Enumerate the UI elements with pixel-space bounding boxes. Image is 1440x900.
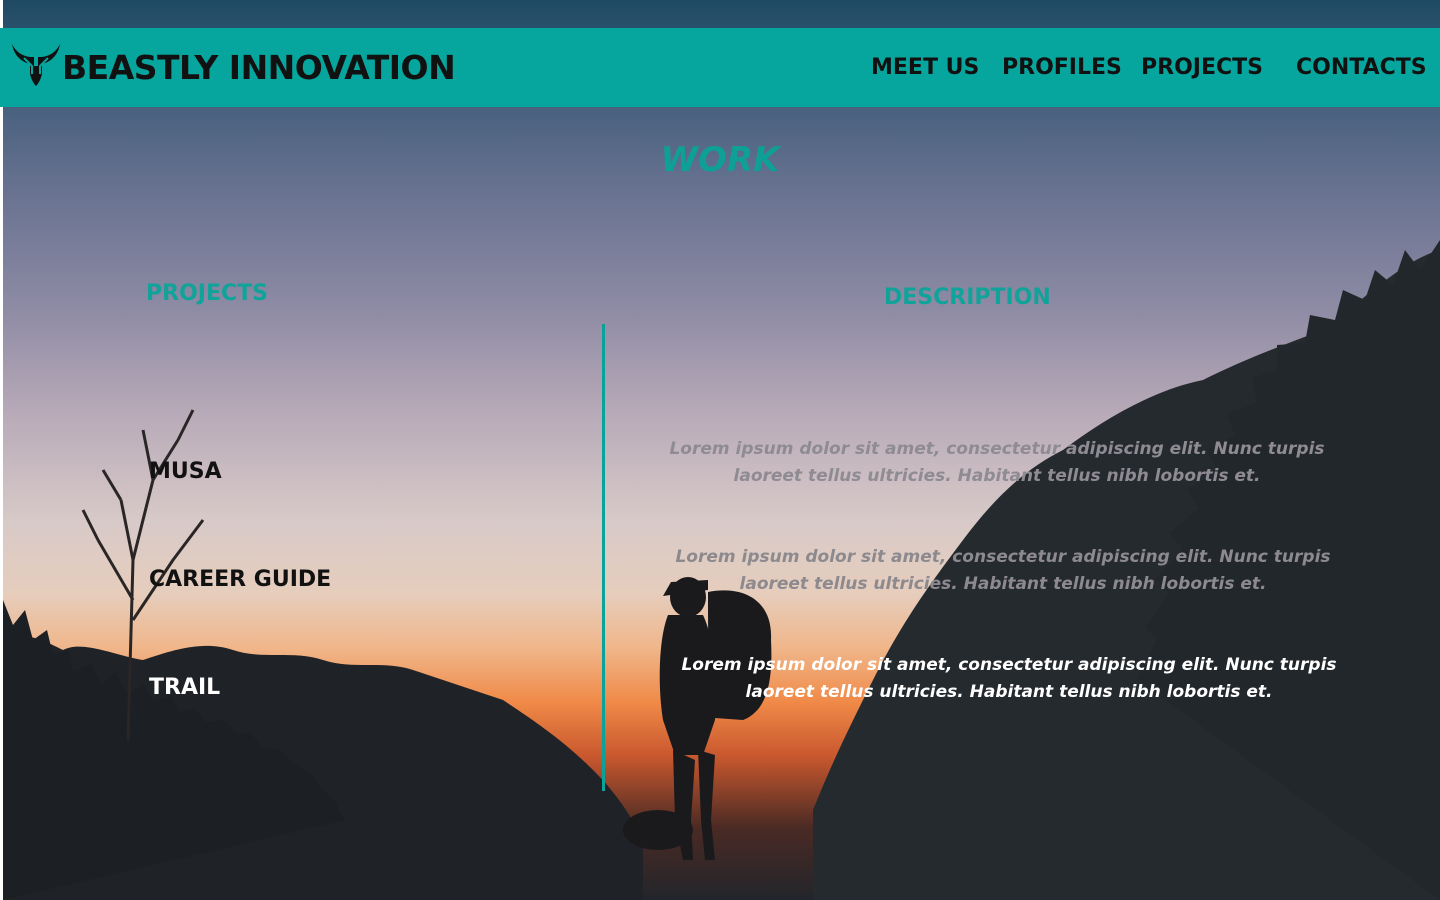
- projects-heading: PROJECTS: [146, 281, 268, 306]
- project-item-trail[interactable]: TRAIL: [149, 675, 220, 700]
- nav-meet-us[interactable]: MEET US: [871, 55, 979, 80]
- column-divider: [602, 324, 605, 791]
- project-item-career-guide[interactable]: CAREER GUIDE: [149, 567, 331, 592]
- nav-contacts[interactable]: CONTACTS: [1296, 55, 1427, 80]
- section-title: WORK: [660, 140, 780, 180]
- project-item-musa[interactable]: MUSA: [149, 459, 222, 484]
- page: BEASTLY INNOVATION MEET US PROFILES PROJ…: [0, 0, 1440, 900]
- brand-name[interactable]: BEASTLY INNOVATION: [62, 48, 456, 87]
- project-description-musa: Lorem ipsum dolor sit amet, consectetur …: [669, 439, 1325, 486]
- description-heading: DESCRIPTION: [884, 285, 1051, 310]
- nav-profiles[interactable]: PROFILES: [1002, 55, 1122, 80]
- project-description-trail: Lorem ipsum dolor sit amet, consectetur …: [681, 655, 1337, 702]
- project-description-career-guide: Lorem ipsum dolor sit amet, consectetur …: [675, 547, 1331, 594]
- nav-projects[interactable]: PROJECTS: [1141, 55, 1263, 80]
- bull-horns-icon[interactable]: [8, 38, 64, 88]
- header-bar: BEASTLY INNOVATION MEET US PROFILES PROJ…: [0, 28, 1440, 107]
